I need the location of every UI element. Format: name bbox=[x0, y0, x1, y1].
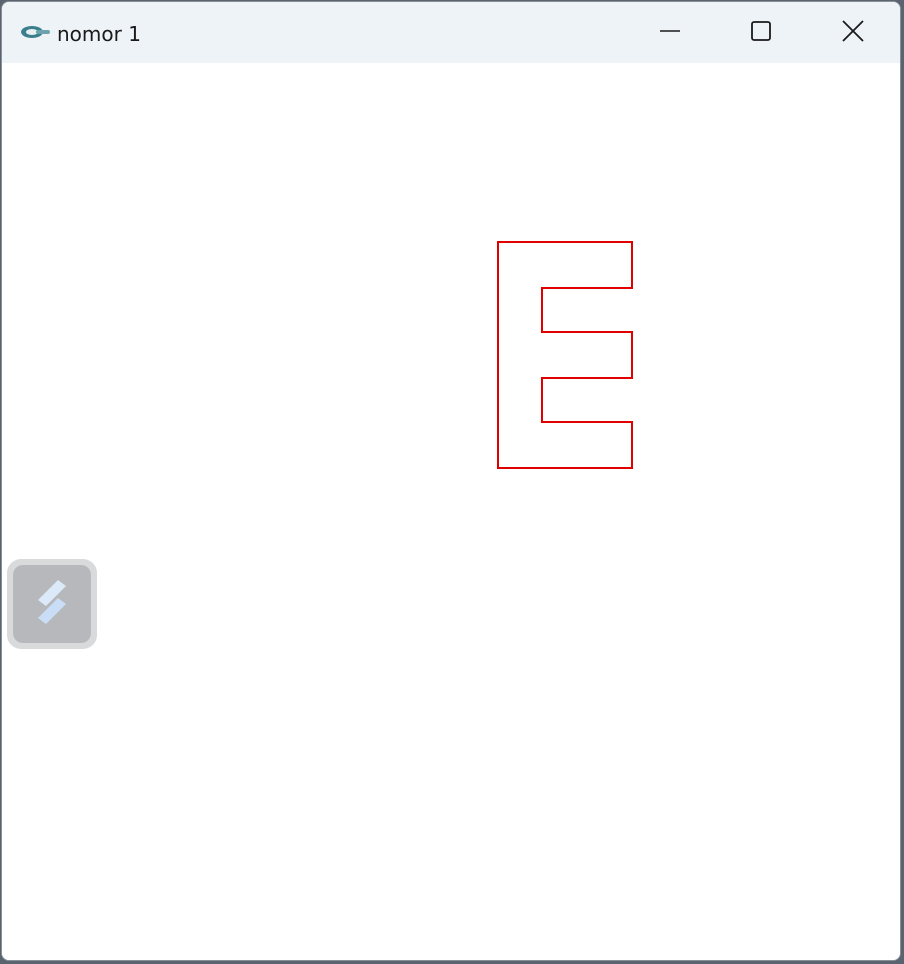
close-icon bbox=[840, 18, 866, 48]
maximize-icon bbox=[749, 19, 773, 47]
drawing-canvas[interactable] bbox=[2, 63, 900, 960]
app-logo-icon bbox=[18, 21, 52, 43]
window-title: nomor 1 bbox=[57, 22, 141, 46]
letter-e-outline bbox=[497, 241, 633, 469]
letter-e-shape bbox=[497, 241, 633, 469]
minimize-icon bbox=[658, 19, 682, 47]
close-button[interactable] bbox=[808, 2, 898, 63]
maximize-button[interactable] bbox=[716, 2, 806, 63]
minimize-button[interactable] bbox=[625, 2, 715, 63]
s-logo-icon bbox=[30, 576, 74, 632]
floating-assistant-inner bbox=[13, 565, 91, 643]
app-window: nomor 1 bbox=[1, 1, 901, 961]
title-bar[interactable]: nomor 1 bbox=[2, 2, 900, 63]
floating-assistant-button[interactable] bbox=[7, 559, 97, 649]
